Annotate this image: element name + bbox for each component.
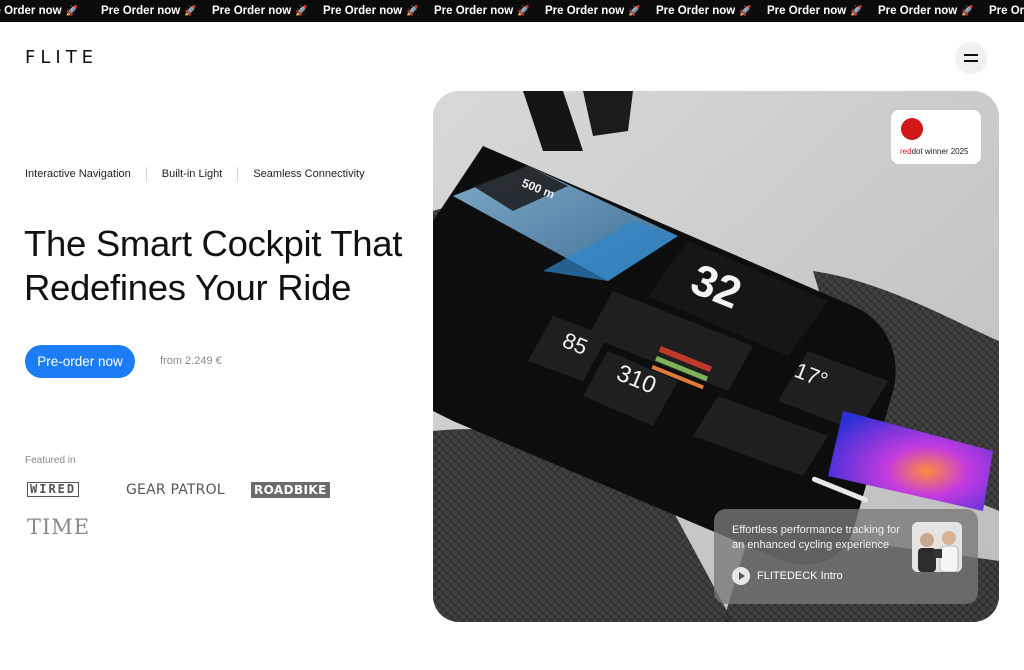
press-logo-roadbike: ROADBIKE bbox=[251, 482, 330, 498]
rocket-icon: 🚀 bbox=[628, 5, 641, 17]
ticker-item[interactable]: Pre Order now🚀 bbox=[212, 5, 323, 17]
ticker-item[interactable]: re Order now🚀 bbox=[0, 5, 101, 17]
ticker-item[interactable]: Pre Order now🚀 bbox=[434, 5, 545, 17]
reddot-award-badge: reddot winner 2025 bbox=[891, 110, 981, 164]
rocket-icon: 🚀 bbox=[517, 5, 530, 17]
ticker-item[interactable]: Pre Order now🚀 bbox=[656, 5, 767, 17]
featured-in-label: Featured in bbox=[25, 455, 76, 466]
rocket-icon: 🚀 bbox=[406, 5, 419, 17]
rocket-icon: 🚀 bbox=[961, 5, 974, 17]
ticker-item[interactable]: Pre Order now🚀 bbox=[101, 5, 212, 17]
announcement-ticker: re Order now🚀 Pre Order now🚀 Pre Order n… bbox=[0, 0, 1024, 22]
ticker-item[interactable]: Pre Order now🚀 bbox=[878, 5, 989, 17]
video-intro-card[interactable]: Effortless performance tracking for an e… bbox=[714, 509, 978, 604]
feature-item: Built-in Light bbox=[145, 167, 238, 182]
video-description: Effortless performance tracking for an e… bbox=[732, 524, 900, 551]
press-logo-gear-patrol: GEAR PATROL bbox=[126, 482, 225, 498]
hamburger-menu-icon bbox=[964, 60, 978, 62]
hamburger-menu-icon bbox=[964, 54, 978, 56]
preorder-button[interactable]: Pre-order now bbox=[25, 345, 135, 378]
feature-list: Interactive Navigation Built-in Light Se… bbox=[25, 167, 380, 182]
brand-logo[interactable]: FLITE bbox=[25, 47, 98, 68]
menu-button[interactable] bbox=[955, 42, 987, 74]
ticker-track: re Order now🚀 Pre Order now🚀 Pre Order n… bbox=[0, 0, 1024, 22]
rocket-icon: 🚀 bbox=[739, 5, 752, 17]
press-logo-wired: WIRED bbox=[27, 482, 80, 497]
ticker-item[interactable]: Pre Order now🚀 bbox=[989, 5, 1024, 17]
rocket-icon: 🚀 bbox=[65, 5, 79, 17]
rocket-icon: 🚀 bbox=[850, 5, 863, 17]
video-label[interactable]: FLITEDECK Intro bbox=[757, 570, 843, 582]
hero-headline: The Smart Cockpit That Redefines Your Ri… bbox=[24, 223, 403, 308]
feature-item: Interactive Navigation bbox=[25, 168, 131, 180]
rocket-icon: 🚀 bbox=[184, 5, 197, 17]
ticker-item[interactable]: Pre Order now🚀 bbox=[323, 5, 434, 17]
feature-item: Seamless Connectivity bbox=[237, 167, 379, 182]
reddot-logo-icon bbox=[901, 118, 923, 140]
ticker-item[interactable]: Pre Order now🚀 bbox=[545, 5, 656, 17]
video-thumbnail[interactable] bbox=[912, 522, 962, 572]
ticker-item[interactable]: Pre Order now🚀 bbox=[767, 5, 878, 17]
price-label: from 2.249 € bbox=[160, 355, 222, 367]
award-text: reddot winner 2025 bbox=[900, 147, 969, 156]
press-logo-time: TIME bbox=[27, 515, 91, 539]
play-icon[interactable] bbox=[732, 567, 750, 585]
rocket-icon: 🚀 bbox=[295, 5, 308, 17]
presenters-thumbnail-image bbox=[912, 522, 962, 572]
